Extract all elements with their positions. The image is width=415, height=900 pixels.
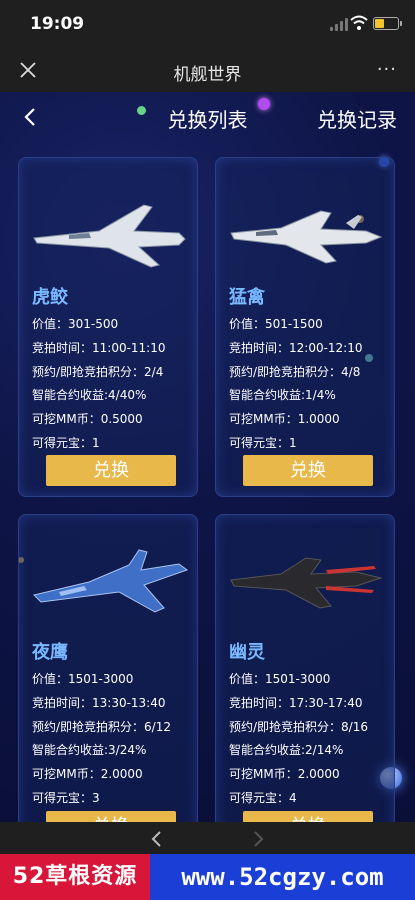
plane-card: 猛禽 价值：501-1500 竞拍时间：12:00-12:10 预约/即抢竞拍积… bbox=[215, 157, 395, 497]
signal-icon bbox=[330, 18, 348, 31]
jet-fighter-image bbox=[230, 210, 383, 264]
card-price: 价值：301-500 bbox=[32, 317, 119, 331]
page-header: 兑换列表 兑换记录 bbox=[0, 92, 415, 142]
exchange-button[interactable]: 兑换 bbox=[243, 455, 373, 486]
banner-url: www.52cgzy.com bbox=[150, 854, 415, 900]
card-yield: 智能合约收益:4/40% bbox=[32, 388, 147, 402]
card-ingot: 可得元宝：1 bbox=[32, 436, 100, 450]
card-name: 虎鲛 bbox=[32, 287, 68, 308]
banner-brand: 52草根资源 bbox=[0, 854, 150, 900]
plane-card: 幽灵 价值：1501-3000 竞拍时间：17:30-17:40 预约/即抢竞拍… bbox=[215, 514, 395, 822]
card-mm: 可挖MM币：1.0000 bbox=[229, 412, 340, 426]
jet-fighter-image bbox=[33, 549, 189, 613]
card-time: 竞拍时间：11:00-11:10 bbox=[32, 341, 166, 355]
card-mm: 可挖MM币：2.0000 bbox=[229, 767, 340, 781]
card-mm: 可挖MM币：0.5000 bbox=[32, 412, 143, 426]
card-time: 竞拍时间：13:30-13:40 bbox=[32, 696, 166, 710]
card-points: 预约/即抢竞拍积分：2/4 bbox=[32, 365, 164, 379]
status-bar: 19:09 bbox=[0, 0, 415, 48]
nav-bar: 机舰世界 ··· bbox=[0, 48, 415, 92]
plane-card: 虎鲛 价值：301-500 竞拍时间：11:00-11:10 预约/即抢竞拍积分… bbox=[18, 157, 198, 497]
exchange-content: 兑换列表 兑换记录 虎鲛 价值：301-500 竞拍时间：11:00-11:10… bbox=[0, 92, 415, 822]
card-name: 夜鹰 bbox=[32, 642, 68, 663]
plane-card: 夜鹰 价值：1501-3000 竞拍时间：13:30-13:40 预约/即抢竞拍… bbox=[18, 514, 198, 822]
more-menu-button[interactable]: ··· bbox=[377, 61, 397, 79]
card-price: 价值：501-1500 bbox=[229, 317, 323, 331]
card-price: 价值：1501-3000 bbox=[229, 672, 331, 686]
card-yield: 智能合约收益:1/4% bbox=[229, 388, 336, 402]
watermark-banner: 52草根资源 www.52cgzy.com bbox=[0, 854, 415, 900]
browser-back-icon[interactable] bbox=[150, 830, 162, 848]
card-points: 预约/即抢竞拍积分：4/8 bbox=[229, 365, 361, 379]
card-ingot: 可得元宝：4 bbox=[229, 791, 297, 805]
card-time: 竞拍时间：17:30-17:40 bbox=[229, 696, 363, 710]
exchange-button[interactable]: 兑换 bbox=[46, 455, 176, 486]
card-ingot: 可得元宝：1 bbox=[229, 436, 297, 450]
card-points: 预约/即抢竞拍积分：6/12 bbox=[32, 720, 171, 734]
exchange-button[interactable]: 兑换 bbox=[46, 811, 176, 822]
card-price: 价值：1501-3000 bbox=[32, 672, 134, 686]
card-name: 猛禽 bbox=[229, 287, 265, 308]
card-yield: 智能合约收益:3/24% bbox=[32, 743, 147, 757]
exchange-records-link[interactable]: 兑换记录 bbox=[317, 104, 397, 133]
battery-icon bbox=[373, 17, 402, 30]
card-time: 竞拍时间：12:00-12:10 bbox=[229, 341, 363, 355]
jet-fighter-image bbox=[33, 204, 186, 268]
browser-bottom-bar bbox=[0, 822, 415, 854]
browser-forward-icon[interactable] bbox=[253, 830, 265, 848]
card-mm: 可挖MM币：2.0000 bbox=[32, 767, 143, 781]
exchange-button[interactable]: 兑换 bbox=[243, 811, 373, 822]
wifi-icon bbox=[350, 15, 368, 30]
card-points: 预约/即抢竞拍积分：8/16 bbox=[229, 720, 368, 734]
card-ingot: 可得元宝：3 bbox=[32, 791, 100, 805]
jet-fighter-image bbox=[230, 557, 383, 609]
card-name: 幽灵 bbox=[229, 642, 265, 663]
card-yield: 智能合约收益:2/14% bbox=[229, 743, 344, 757]
status-time: 19:09 bbox=[30, 14, 85, 34]
nav-title: 机舰世界 bbox=[173, 65, 242, 85]
